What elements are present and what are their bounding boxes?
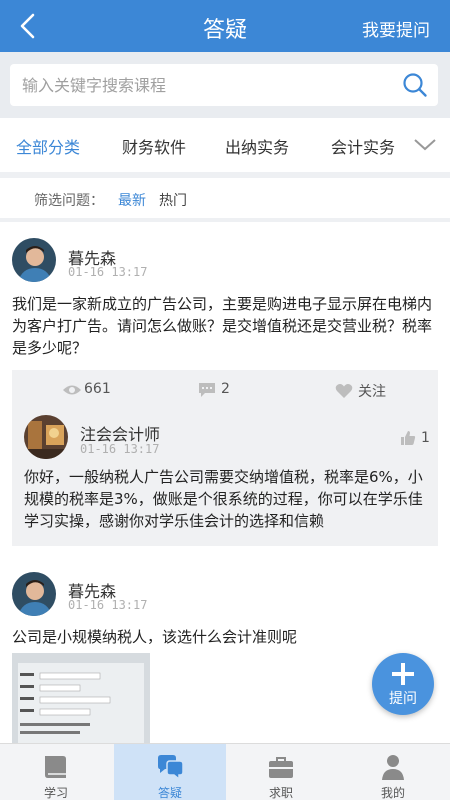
eye-icon (63, 385, 81, 395)
avatar[interactable] (12, 238, 56, 282)
chevron-down-icon[interactable] (412, 132, 438, 158)
view-count: 661 (84, 381, 111, 397)
search-box (10, 64, 438, 106)
plus-icon (392, 663, 414, 685)
answer-avatar[interactable] (24, 415, 68, 459)
nav-item-qa[interactable]: 答疑 (114, 744, 226, 800)
person-icon (382, 755, 404, 780)
search-icon[interactable] (402, 72, 428, 98)
thumbs-up-icon[interactable] (400, 430, 416, 446)
filter-hot[interactable]: 热门 (159, 190, 187, 210)
answer-box: 661 2 关注 注会会计师 01-16 13:17 1 你好，一般纳税人广告公… (12, 370, 438, 546)
category-tabs: 全部分类 财务软件 出纳实务 会计实务 (0, 118, 450, 172)
nav-label: 学习 (43, 786, 68, 800)
heart-icon[interactable] (335, 383, 353, 399)
filter-label: 筛选问题： (34, 193, 104, 209)
app-header: 答疑 我要提问 (0, 0, 450, 52)
nav-label: 答疑 (157, 786, 182, 800)
book-icon (45, 756, 66, 778)
filter-bar: 筛选问题： 最新 热门 (0, 178, 450, 218)
bottom-nav: 学习 答疑 求职 我的 (0, 743, 450, 800)
divider (0, 218, 450, 222)
post-time: 01-16 13:17 (68, 265, 148, 279)
like-count: 1 (421, 430, 430, 446)
search-bar (0, 52, 450, 118)
tab-cashier-practice[interactable]: 出纳实务 (225, 134, 289, 158)
comment-count: 2 (221, 381, 230, 397)
question-text[interactable]: 我们是一家新成立的广告公司，主要是购进电子显示屏在电梯内为客户打广告。请问怎么做… (12, 293, 440, 359)
briefcase-icon (269, 757, 293, 778)
tab-accounting-practice[interactable]: 会计实务 (331, 134, 395, 158)
nav-item-jobs[interactable]: 求职 (225, 744, 337, 800)
fab-label: 提问 (389, 691, 417, 707)
follow-button[interactable]: 关注 (358, 381, 386, 401)
tab-finance-software[interactable]: 财务软件 (122, 134, 186, 158)
answer-text: 你好，一般纳税人广告公司需要交纳增值税，税率是6%，小规模的税率是3%，做账是个… (24, 468, 423, 530)
search-input[interactable] (22, 64, 382, 106)
tab-all-categories[interactable]: 全部分类 (16, 134, 80, 158)
nav-label: 我的 (380, 786, 405, 800)
ask-fab-button[interactable]: 提问 (372, 653, 434, 715)
nav-label: 求职 (268, 786, 293, 800)
post-time: 01-16 13:17 (68, 598, 148, 612)
question-text[interactable]: 公司是小规模纳税人，该选什么会计准则呢 (12, 626, 440, 648)
nav-item-study[interactable]: 学习 (0, 744, 112, 800)
chat-icon (158, 755, 184, 781)
filter-latest[interactable]: 最新 (118, 190, 146, 210)
ask-question-link[interactable]: 我要提问 (362, 16, 430, 41)
comment-icon[interactable] (198, 382, 216, 398)
question-attachment-image[interactable] (12, 653, 150, 743)
nav-item-profile[interactable]: 我的 (337, 744, 449, 800)
avatar[interactable] (12, 572, 56, 616)
answer-time: 01-16 13:17 (80, 442, 160, 456)
